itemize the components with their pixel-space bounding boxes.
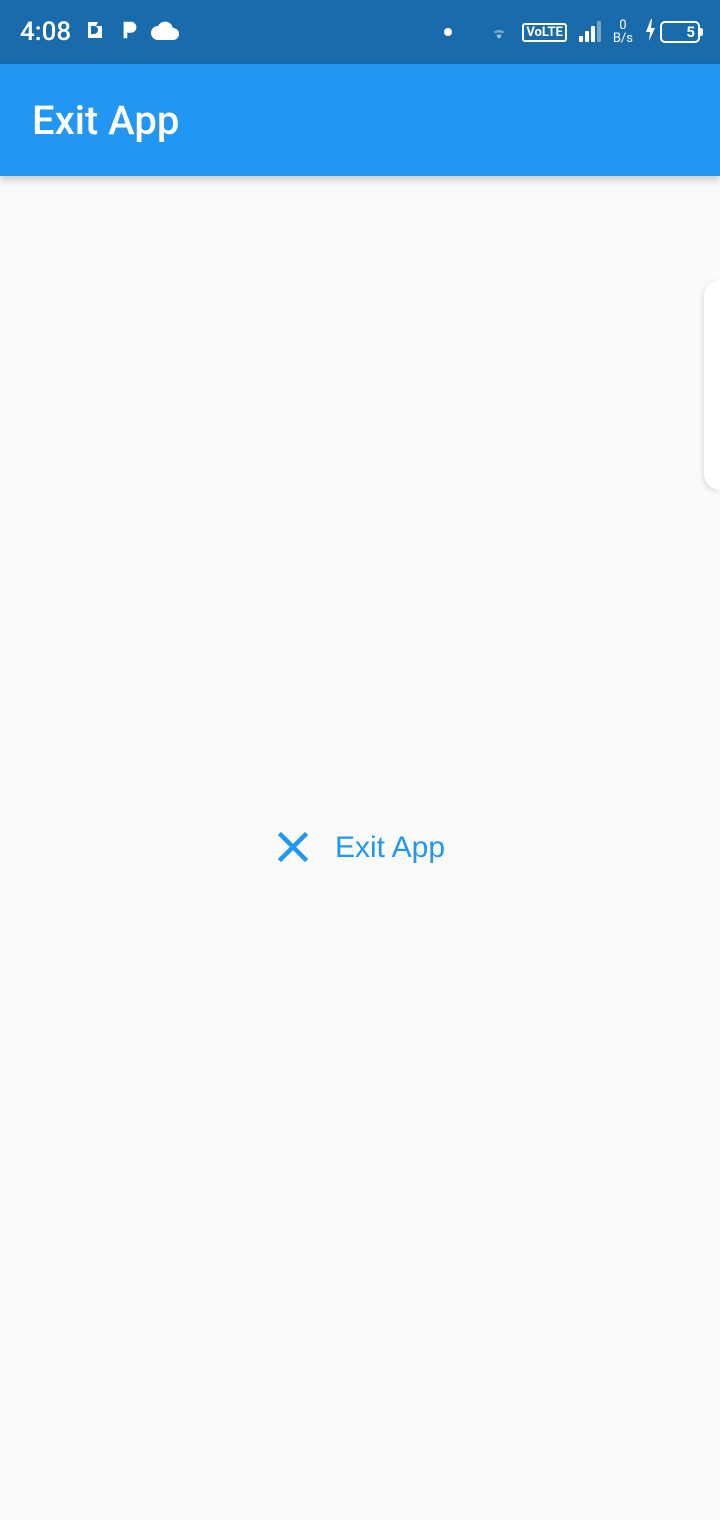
status-bar: 4:08 VoLTE 0 B/s <box>0 0 720 64</box>
exit-app-button[interactable]: Exit App <box>255 817 465 880</box>
main-content: Exit App <box>0 176 720 1520</box>
net-speed-unit: B/s <box>613 32 633 45</box>
volte-icon: VoLTE <box>522 23 567 42</box>
signal-icon <box>579 22 601 42</box>
status-right: VoLTE 0 B/s 5 <box>444 19 700 45</box>
battery-icon: 5 <box>660 21 700 43</box>
exit-button-label: Exit App <box>335 831 445 865</box>
charging-icon <box>645 19 657 45</box>
battery-indicator: 5 <box>645 19 700 45</box>
notification-dot-icon <box>444 28 452 36</box>
edge-panel-handle[interactable] <box>704 280 720 490</box>
pandora-icon <box>119 18 141 46</box>
close-icon <box>275 829 311 868</box>
status-app-icons <box>85 18 179 46</box>
status-time: 4:08 <box>20 17 71 47</box>
status-left: 4:08 <box>20 17 179 47</box>
app-bar: Exit App <box>0 64 720 176</box>
wifi-icon <box>488 21 510 43</box>
net-speed-indicator: 0 B/s <box>613 19 633 45</box>
cloud-icon <box>151 20 179 44</box>
page-title: Exit App <box>32 97 179 144</box>
battery-level: 5 <box>686 23 695 41</box>
powerpoint-icon <box>85 18 109 46</box>
